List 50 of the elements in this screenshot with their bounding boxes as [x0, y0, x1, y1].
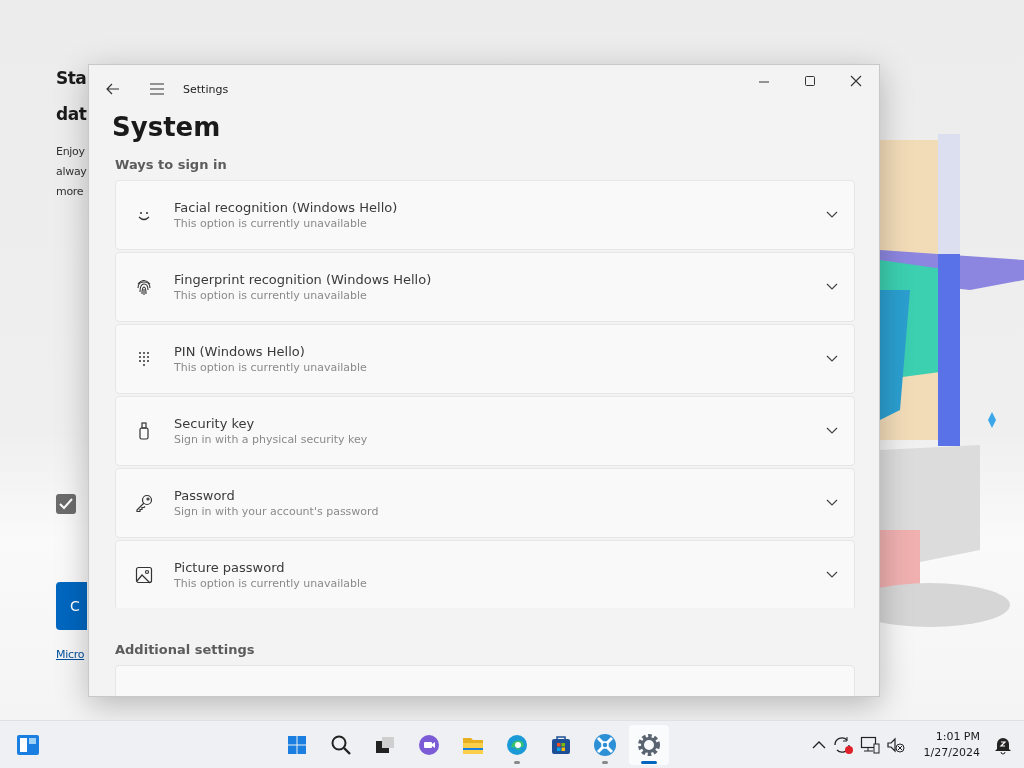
page-title: System	[112, 113, 222, 144]
password-icon	[134, 493, 154, 513]
sync-icon[interactable]	[831, 734, 854, 755]
chevron-icon[interactable]	[826, 427, 838, 435]
option-title: Password	[174, 488, 236, 503]
app-icon	[592, 732, 617, 757]
option-title: Facial recognition (Windows Hello)	[174, 200, 399, 215]
primary-button[interactable]: C	[56, 582, 87, 630]
chevron-icon[interactable]	[826, 211, 838, 219]
chevron-icon[interactable]	[826, 499, 838, 507]
heading-text: Sta	[56, 67, 87, 90]
monitor-icon[interactable]	[859, 735, 880, 754]
chevron-icon[interactable]	[826, 283, 838, 291]
picture-password-icon	[134, 565, 154, 585]
window-title: Settings	[183, 82, 230, 96]
option-description: This option is currently unavailable	[174, 217, 368, 230]
section-heading: Ways to sign in	[115, 157, 228, 172]
settings-card[interactable]: Facial recognition (Windows Hello) This option is currently unavailable	[115, 180, 855, 250]
option-description: Sign in with a physical security key	[174, 433, 369, 446]
gear-icon	[636, 732, 661, 757]
option-description: This option is currently unavailable	[174, 361, 368, 374]
option-description: This option is currently unavailable	[174, 577, 368, 590]
chevron-icon[interactable]	[826, 355, 838, 363]
option-description: This option is currently unavailable	[174, 289, 368, 302]
fingerprint-icon	[134, 277, 154, 297]
option-title: Fingerprint recognition (Windows Hello)	[174, 272, 433, 287]
settings-card[interactable]: Security key Sign in with a physical security key	[115, 396, 855, 466]
checkbox[interactable]	[56, 494, 76, 514]
browser-icon	[504, 732, 529, 757]
section-heading: Additional settings	[115, 642, 256, 657]
chevron-up-icon[interactable]	[811, 739, 826, 750]
chevron-icon[interactable]	[826, 571, 838, 579]
option-title: Security key	[174, 416, 256, 431]
link[interactable]: Micro	[56, 648, 85, 661]
video-chat-icon	[416, 732, 441, 757]
settings-card[interactable]: PIN (Windows Hello) This option is currently unavailable	[115, 324, 855, 394]
settings-card[interactable]: Fingerprint recognition (Windows Hello) This option is currently unavailable	[115, 252, 855, 322]
settings-card[interactable]: Picture password This option is currently unavailable	[115, 540, 855, 608]
widgets-icon[interactable]	[16, 733, 40, 756]
settings-card[interactable]: Password Sign in with your account's password	[115, 468, 855, 538]
clock-time[interactable]: 1:01 PM	[935, 728, 980, 745]
body-text: alway	[56, 164, 87, 180]
speaker-muted-icon[interactable]	[885, 735, 906, 754]
option-title: PIN (Windows Hello)	[174, 344, 306, 359]
option-title: Picture password	[174, 560, 286, 575]
heading-text: dat	[56, 103, 87, 126]
body-text: Enjoy	[56, 144, 86, 160]
body-text: more	[56, 184, 85, 200]
clock-date[interactable]: 1/27/2024	[923, 744, 980, 761]
option-description: Sign in with your account's password	[174, 505, 380, 518]
